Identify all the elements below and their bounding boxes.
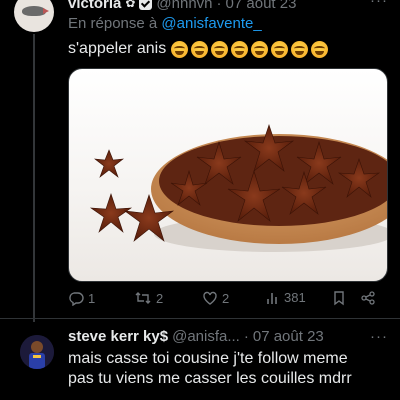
reply-button[interactable]: 1 [68,290,95,306]
star-anise-photo [89,124,387,252]
separator: · [216,0,222,12]
view-count: 381 [284,290,306,305]
avatar[interactable] [20,335,54,369]
like-count: 2 [222,290,230,306]
name-symbol: ✿ [125,0,136,10]
retweet-count: 2 [156,290,164,306]
retweet-icon [135,292,151,304]
basketball-player-avatar-image [20,335,54,369]
tweet-header: victoria ✿ @nnnvn · 07 août 23 [68,0,296,12]
thread-connector-line [33,34,35,322]
reply-context: En réponse à @anisfavente_ [68,15,262,32]
tweet-divider [0,318,400,319]
laughing-face-icon [191,40,209,58]
reply-prefix: En réponse à [68,15,158,32]
share-button[interactable] [360,290,376,306]
retweet-button[interactable]: 2 [134,290,163,306]
laughing-face-icon [251,40,269,58]
tweet: steve kerr ky$ @anisfa... · 07 août 23 ·… [68,328,390,389]
laughing-face-icon [311,40,329,58]
handle[interactable]: @anisfa... [172,328,240,345]
separator: · [243,328,249,345]
more-options-icon[interactable]: ··· [370,328,388,345]
reply-count: 1 [88,290,96,306]
tweet-text-content: s'appeler anis [68,40,167,57]
laughing-face-icon [271,40,289,58]
laughing-face-icon [231,40,249,58]
timestamp[interactable]: 07 août 23 [253,328,324,345]
views-chart-icon [267,292,277,304]
tweet-header: steve kerr ky$ @anisfa... · 07 août 23 [68,328,390,345]
views-button[interactable]: 381 [266,290,306,305]
reply-mention-link[interactable]: @anisfavente_ [161,15,261,32]
timestamp[interactable]: 07 août 23 [226,0,297,12]
like-button[interactable]: 2 [202,290,229,306]
display-name[interactable]: steve kerr ky$ [68,328,168,345]
laughing-face-icon [291,40,309,58]
tweet-text: s'appeler anis [68,40,329,58]
handle[interactable]: @nnnvn [156,0,212,12]
bookmark-icon [334,291,344,306]
share-icon [361,291,375,305]
display-name[interactable]: victoria [68,0,121,12]
laughing-face-icon [171,40,189,58]
avatar[interactable] [14,0,54,32]
verified-icon [139,0,153,10]
tweet-text: mais casse toi cousine j'te follow meme … [68,350,352,387]
bookmark-button[interactable] [332,290,346,306]
more-options-icon[interactable]: ··· [370,0,388,9]
emoji-group [171,40,329,58]
laughing-face-icon [211,40,229,58]
heart-icon [203,291,217,305]
reply-icon [69,292,84,306]
tweet-actions: 1 2 2 381 [68,290,388,310]
tweet-media-image[interactable] [68,68,388,282]
